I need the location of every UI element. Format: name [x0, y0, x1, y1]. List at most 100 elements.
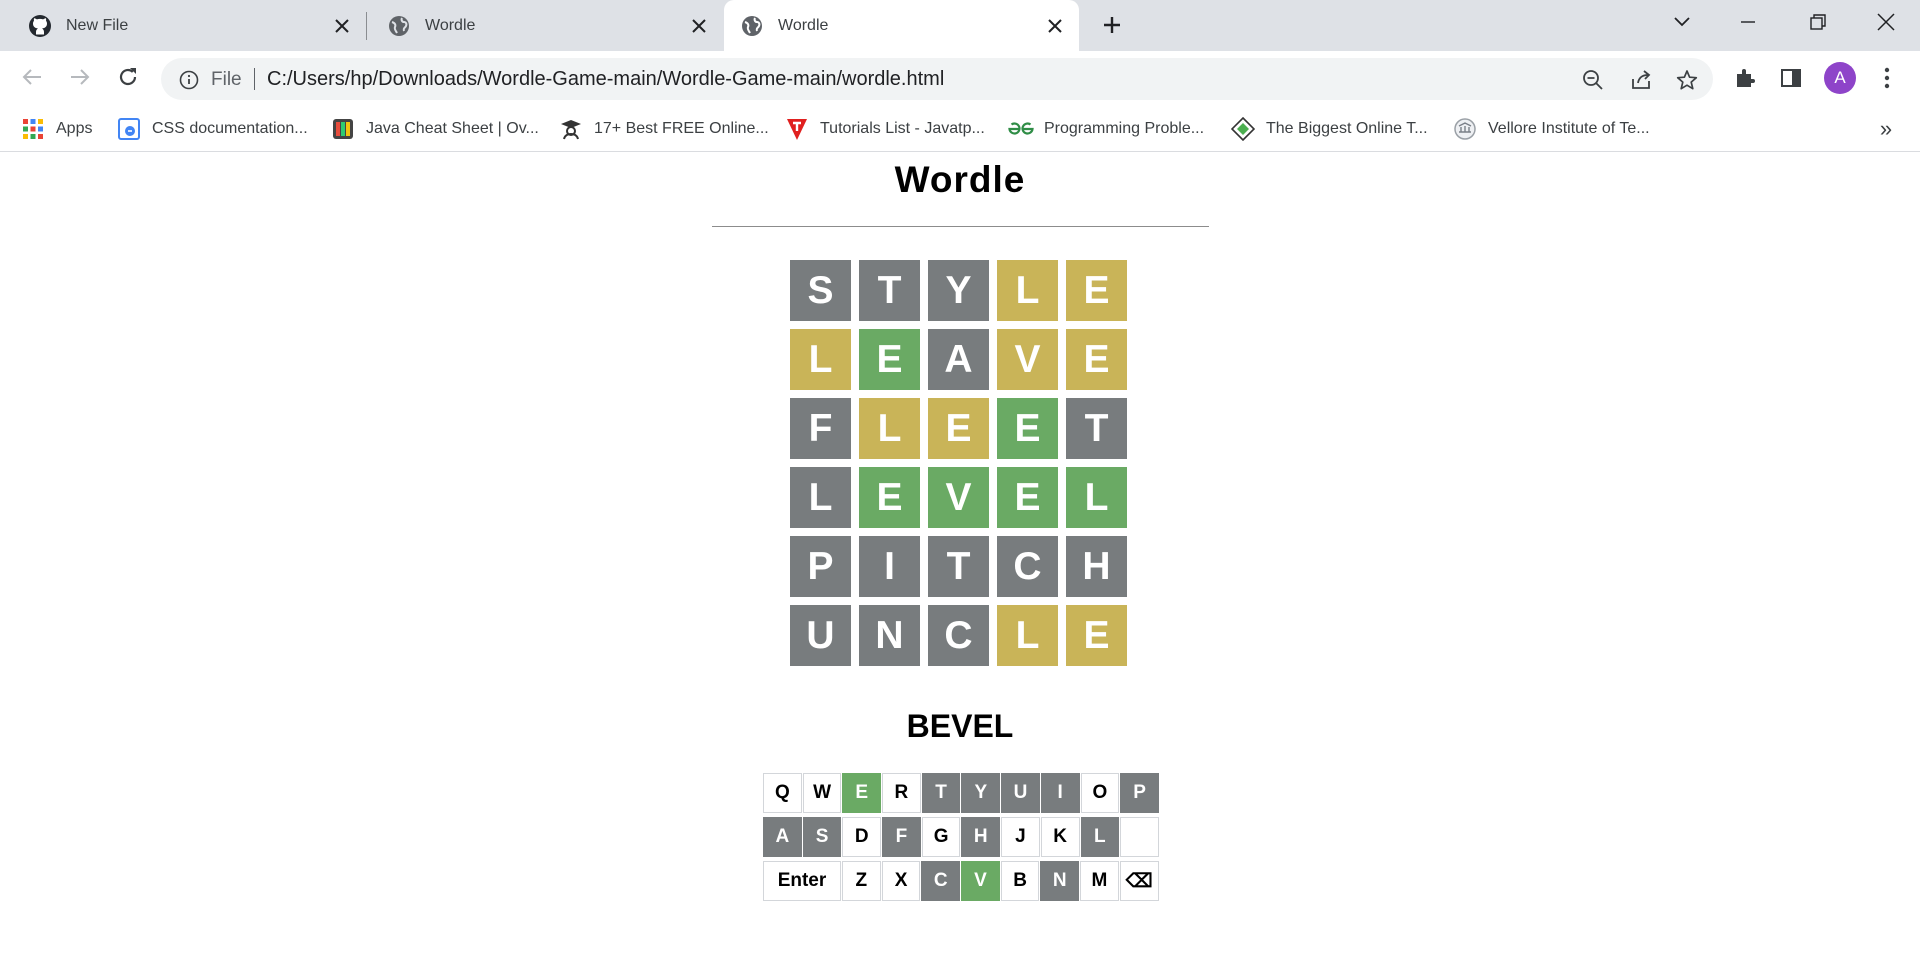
tab-wordle-1[interactable]: Wordle — [367, 0, 723, 51]
university-seal-icon — [1452, 116, 1478, 142]
close-icon[interactable] — [328, 12, 356, 40]
backspace-key[interactable]: ⌫ — [1119, 861, 1159, 901]
board-tile: L — [997, 605, 1058, 666]
forward-button[interactable] — [62, 59, 98, 95]
close-icon[interactable] — [685, 12, 713, 40]
board-tile: S — [790, 260, 851, 321]
enter-key[interactable]: Enter — [763, 861, 841, 901]
bookmark-tutorials-list-javatpoint[interactable]: Tutorials List - Javatp... — [784, 115, 985, 143]
key-s[interactable]: S — [802, 817, 842, 857]
bookmark-best-free-online[interactable]: 17+ Best FREE Online... — [558, 115, 769, 143]
key-k[interactable]: K — [1040, 817, 1080, 857]
bookmark-label: Programming Proble... — [1044, 120, 1205, 137]
apps-grid-icon — [20, 116, 46, 142]
close-icon[interactable] — [1041, 12, 1069, 40]
bookmark-star-icon[interactable] — [1673, 66, 1701, 94]
keyboard-row: ASDFGHJKL — [763, 817, 1159, 857]
key-a[interactable]: A — [763, 817, 802, 857]
scheme-label: File — [211, 69, 242, 90]
key-i[interactable]: I — [1040, 773, 1080, 813]
tab-new-file[interactable]: New File — [0, 0, 366, 51]
close-window-button[interactable] — [1858, 0, 1914, 44]
bookmarks-overflow-button[interactable]: » — [1872, 115, 1900, 143]
bookmark-vellore-institute[interactable]: Vellore Institute of Te... — [1452, 115, 1650, 143]
key-d[interactable]: D — [842, 817, 882, 857]
restore-button[interactable] — [1790, 0, 1846, 44]
bookmark-programming-problems[interactable]: Programming Proble... — [1008, 115, 1204, 143]
key-m[interactable]: M — [1080, 861, 1119, 901]
tab-title: Wordle — [425, 16, 476, 34]
board-tile: I — [859, 536, 920, 597]
key-q[interactable]: Q — [763, 773, 802, 813]
back-button[interactable] — [14, 59, 50, 95]
key-t[interactable]: T — [921, 773, 961, 813]
key-h[interactable]: H — [961, 817, 1001, 857]
key-f[interactable]: F — [882, 817, 921, 857]
key-x[interactable]: X — [881, 861, 921, 901]
reload-button[interactable] — [110, 59, 146, 95]
keyboard-row: Enter Z X C V B N M ⌫ — [763, 861, 1159, 901]
key-v[interactable]: V — [961, 861, 1000, 901]
board-tile: L — [1066, 467, 1127, 528]
board-tile: L — [790, 329, 851, 390]
address-bar[interactable]: File C:/Users/hp/Downloads/Wordle-Game-m… — [161, 58, 1713, 100]
restore-icon — [1810, 14, 1826, 30]
javatpoint-icon — [784, 116, 810, 142]
key-blank[interactable] — [1120, 817, 1159, 857]
tab-wordle-active[interactable]: Wordle — [724, 0, 1079, 51]
board-tile: A — [928, 329, 989, 390]
board-tile: T — [859, 260, 920, 321]
game-board: STYLELEAVEFLEETLEVELPITCHUNCLE — [790, 260, 1127, 666]
profile-avatar[interactable]: A — [1824, 62, 1856, 94]
minimize-icon — [1741, 21, 1755, 23]
browser-toolbar: File C:/Users/hp/Downloads/Wordle-Game-m… — [0, 51, 1920, 105]
key-j[interactable]: J — [1001, 817, 1040, 857]
bookmark-label: 17+ Best FREE Online... — [594, 120, 769, 137]
board-tile: N — [859, 605, 920, 666]
bookmark-biggest-online[interactable]: The Biggest Online T... — [1230, 115, 1428, 143]
key-l[interactable]: L — [1080, 817, 1120, 857]
new-tab-button[interactable] — [1096, 8, 1128, 42]
key-y[interactable]: Y — [961, 773, 1001, 813]
plus-icon — [1104, 17, 1120, 33]
tab-search-button[interactable] — [1654, 0, 1710, 44]
board-tile: Y — [928, 260, 989, 321]
key-r[interactable]: R — [882, 773, 921, 813]
url-text[interactable]: C:/Users/hp/Downloads/Wordle-Game-main/W… — [267, 68, 944, 91]
reload-icon — [119, 68, 137, 86]
share-icon[interactable] — [1627, 66, 1655, 94]
key-b[interactable]: B — [1000, 861, 1040, 901]
bookmark-label: Apps — [56, 120, 93, 137]
bookmark-label: Tutorials List - Javatp... — [820, 120, 985, 137]
board-tile: E — [859, 467, 920, 528]
bookmark-label: Java Cheat Sheet | Ov... — [366, 120, 539, 137]
tab-strip: New File Wordle Wordle — [0, 0, 1920, 51]
key-w[interactable]: W — [802, 773, 842, 813]
globe-icon — [387, 14, 411, 38]
key-e[interactable]: E — [842, 773, 882, 813]
board-tile: U — [790, 605, 851, 666]
key-g[interactable]: G — [921, 817, 961, 857]
board-tile: F — [790, 398, 851, 459]
zoom-out-icon[interactable] — [1579, 66, 1607, 94]
minimize-button[interactable] — [1720, 0, 1776, 44]
extensions-icon[interactable] — [1730, 63, 1760, 93]
key-n[interactable]: N — [1040, 861, 1080, 901]
bookmark-css-documentation[interactable]: CSS documentation... — [116, 115, 308, 143]
info-icon[interactable] — [177, 68, 201, 92]
side-panel-icon[interactable] — [1776, 63, 1806, 93]
graduate-icon — [558, 116, 584, 142]
title-divider — [712, 226, 1209, 227]
key-o[interactable]: O — [1080, 773, 1120, 813]
github-icon — [28, 14, 52, 38]
bookmark-java-cheat-sheet[interactable]: Java Cheat Sheet | Ov... — [330, 115, 539, 143]
key-z[interactable]: Z — [842, 861, 881, 901]
arrow-left-icon — [22, 69, 41, 85]
key-c[interactable]: C — [921, 861, 961, 901]
bookmark-apps[interactable]: Apps — [20, 115, 92, 143]
key-u[interactable]: U — [1001, 773, 1040, 813]
board-tile: E — [997, 398, 1058, 459]
key-p[interactable]: P — [1120, 773, 1159, 813]
board-tile: T — [928, 536, 989, 597]
kebab-menu-icon[interactable] — [1872, 63, 1902, 93]
